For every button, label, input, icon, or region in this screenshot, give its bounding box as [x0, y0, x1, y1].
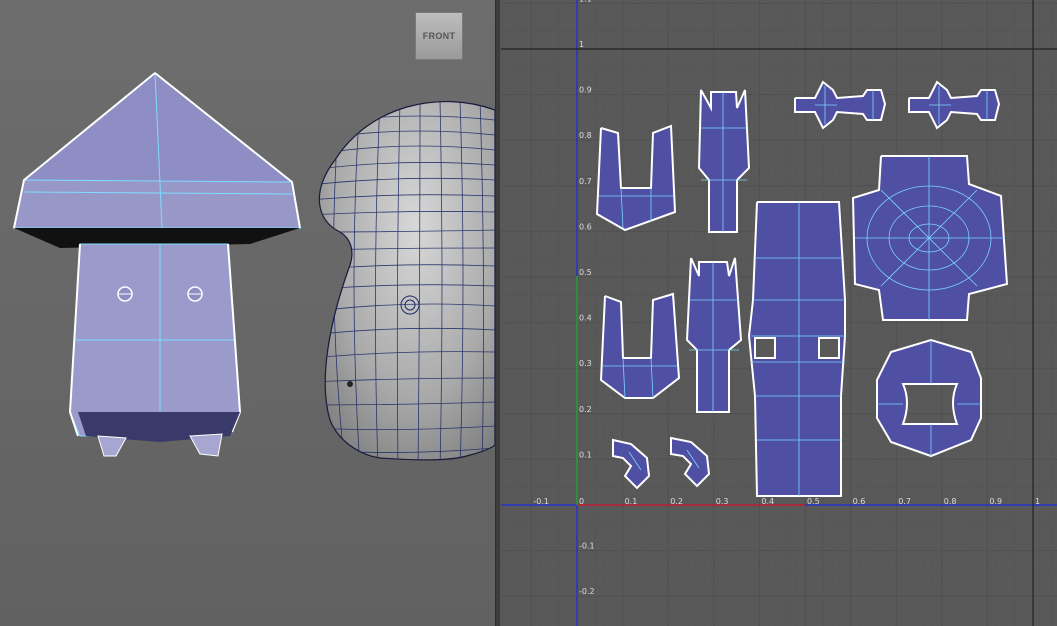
u-tick-label: 0.9 — [989, 497, 1002, 506]
u-tick-label: 0 — [579, 497, 584, 506]
smooth-mushroom-model[interactable] — [310, 100, 495, 470]
perspective-viewport[interactable]: FRONT — [0, 0, 495, 626]
u-tick-label: 0.7 — [898, 497, 911, 506]
uv-shell[interactable] — [685, 257, 743, 413]
v-tick-label: 1.1 — [579, 0, 592, 3]
uv-texture-editor[interactable]: -0.1 0 0.1 0.2 0.3 0.4 0.5 0.6 0.7 0.8 0.9 1 1.1 1 0.9… — [501, 0, 1057, 626]
u-tick-label: -0.1 — [533, 497, 549, 506]
uv-shell[interactable] — [670, 436, 711, 488]
uv-shell[interactable] — [908, 80, 1001, 130]
low-poly-mushroom-model[interactable] — [13, 72, 301, 457]
u-tick-label: 0.8 — [944, 497, 957, 506]
uv-shells[interactable] — [595, 80, 1009, 497]
viewport-scene — [13, 72, 495, 470]
uv-shell[interactable] — [697, 88, 751, 233]
v-tick-label: 0.8 — [579, 131, 592, 140]
u-tick-label: 0.3 — [716, 497, 729, 506]
u-tick-label: 1 — [1035, 497, 1040, 506]
uv-shell[interactable] — [794, 80, 887, 130]
u-tick-label: 0.4 — [761, 497, 774, 506]
v-tick-label: 0.5 — [579, 268, 592, 277]
uv-shell[interactable] — [595, 124, 677, 232]
v-tick-label: 0.9 — [579, 86, 592, 95]
v-tick-label: -0.2 — [579, 587, 595, 596]
uv-shell[interactable] — [612, 438, 651, 490]
v-tick-label: 1 — [579, 40, 584, 49]
uv-shell[interactable] — [876, 338, 982, 458]
uv-shell[interactable] — [599, 292, 681, 399]
uv-grid-canvas[interactable]: -0.1 0 0.1 0.2 0.3 0.4 0.5 0.6 0.7 0.8 0.9 1 1.1 1 0.9… — [501, 0, 1057, 626]
v-tick-label: 0.7 — [579, 177, 592, 186]
v-tick-label: 0.2 — [579, 405, 592, 414]
u-tick-label: 0.6 — [853, 497, 866, 506]
v-tick-label: 0.3 — [579, 359, 592, 368]
u-tick-label: 0.5 — [807, 497, 820, 506]
v-tick-label: 0.1 — [579, 450, 592, 459]
view-cube[interactable]: FRONT — [415, 12, 463, 60]
u-tick-label: 0.1 — [625, 497, 638, 506]
v-tick-label: -0.1 — [579, 542, 595, 551]
uv-shell[interactable] — [747, 201, 846, 497]
u-tick-label: 0.2 — [670, 497, 683, 506]
v-tick-label: 0.4 — [579, 314, 592, 323]
v-tick-label: 0.6 — [579, 222, 592, 231]
